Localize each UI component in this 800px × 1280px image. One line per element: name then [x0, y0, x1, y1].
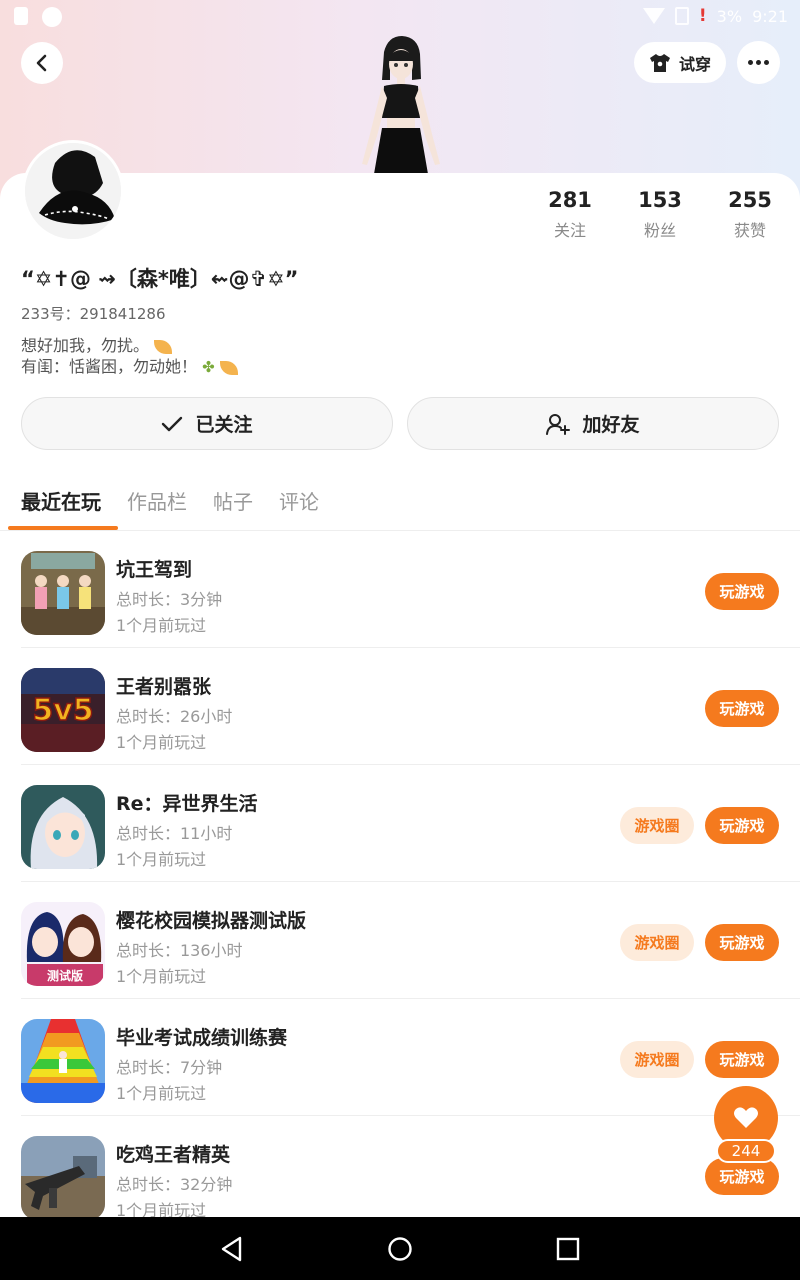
anime-girl-icon	[21, 785, 105, 869]
add-friend-label: 加好友	[582, 414, 640, 436]
game-last-played: 1个月前玩过	[116, 616, 207, 635]
game-duration: 总时长：26小时	[116, 707, 233, 726]
leaf-emoji-icon	[154, 339, 173, 354]
likes-label: 获赞	[733, 221, 766, 240]
play-game-button[interactable]: 玩游戏	[705, 807, 779, 844]
game-title: 坑王驾到	[116, 559, 193, 581]
check-icon	[162, 416, 183, 431]
likes-count: 255	[728, 188, 772, 212]
add-friend-button[interactable]: 加好友	[407, 397, 779, 450]
back-arrow-icon	[36, 54, 47, 72]
game-last-played: 1个月前玩过	[116, 1084, 207, 1103]
game-circle-button[interactable]: 游戏圈	[620, 1041, 694, 1078]
list-item[interactable]: 毕业考试成绩训练赛 总时长：7分钟 1个月前玩过 游戏圈 玩游戏	[0, 999, 800, 1116]
tab-works[interactable]: 作品栏	[127, 486, 187, 515]
leaf-emoji-icon	[219, 360, 238, 375]
followed-button[interactable]: 已关注	[21, 397, 393, 450]
following-count: 281	[548, 188, 592, 212]
girls-icon	[21, 551, 105, 635]
play-game-button[interactable]: 玩游戏	[705, 690, 779, 727]
game-last-played: 1个月前玩过	[116, 733, 207, 752]
game-title: 吃鸡王者精英	[116, 1144, 231, 1166]
nav-back-icon[interactable]	[218, 1235, 246, 1263]
following-label: 关注	[553, 221, 586, 240]
likes-stat[interactable]: 255 获赞	[710, 188, 790, 241]
more-dot-icon	[756, 60, 761, 65]
bio: 想好加我，勿扰。 有闺：恬酱困，勿动她！ ✤	[21, 335, 238, 378]
svg-text:测试版: 测试版	[47, 968, 83, 983]
nickname: “✡✝@ ⇝〔森*唯〕⇜@✞✡”	[21, 267, 299, 291]
followers-label: 粉丝	[643, 221, 676, 240]
play-game-button[interactable]: 玩游戏	[705, 1041, 779, 1078]
system-nav-bar	[0, 1217, 800, 1280]
list-item[interactable]: 吃鸡王者精英 总时长：32分钟 1个月前玩过 玩游戏	[0, 1116, 800, 1233]
game-duration: 总时长：32分钟	[116, 1175, 233, 1194]
game-title: 毕业考试成绩训练赛	[116, 1027, 288, 1049]
notification-icon	[14, 7, 28, 25]
rainbow-stairs-icon	[21, 1019, 105, 1103]
tab-recently-played[interactable]: 最近在玩	[21, 486, 101, 515]
avatar-image	[25, 143, 121, 239]
game-title: 樱花校园模拟器测试版	[116, 910, 307, 932]
following-stat[interactable]: 281 关注	[530, 188, 610, 241]
more-options-button[interactable]	[737, 41, 780, 84]
bio-line-2: 有闺：恬酱困，勿动她！ ✤	[21, 356, 238, 378]
wifi-icon	[642, 8, 665, 24]
battery-level: 3%	[716, 6, 743, 26]
game-title: 王者别嚣张	[116, 676, 212, 698]
gun-icon	[21, 1136, 105, 1220]
svg-text:5v5: 5v5	[32, 693, 93, 728]
play-game-button[interactable]: 玩游戏	[705, 1158, 779, 1195]
list-item[interactable]: 测试版 樱花校园模拟器测试版 总时长：136小时 1个月前玩过 游戏圈 玩游戏	[0, 882, 800, 999]
tab-comments[interactable]: 评论	[279, 486, 319, 515]
5v5-icon: 5v5	[21, 668, 105, 752]
game-circle-button[interactable]: 游戏圈	[620, 924, 694, 961]
back-button[interactable]	[21, 42, 63, 84]
game-duration: 总时长：136小时	[116, 941, 243, 960]
user-id[interactable]: 233号：291841286	[21, 303, 166, 324]
tryon-button[interactable]: 试穿	[634, 42, 726, 83]
nav-recents-icon[interactable]	[554, 1235, 582, 1263]
game-circle-button[interactable]: 游戏圈	[620, 807, 694, 844]
list-item[interactable]: 坑王驾到 总时长：3分钟 1个月前玩过 玩游戏	[0, 531, 800, 648]
avatar-character-figure	[362, 36, 440, 174]
more-dot-icon	[748, 60, 753, 65]
heart-icon	[734, 1107, 758, 1128]
followed-label: 已关注	[195, 414, 253, 436]
tshirt-icon	[649, 53, 670, 72]
tryon-label: 试穿	[678, 54, 711, 74]
list-item[interactable]: Re：异世界生活 总时长：11小时 1个月前玩过 游戏圈 玩游戏	[0, 765, 800, 882]
game-last-played: 1个月前玩过	[116, 967, 207, 986]
game-duration: 总时长：3分钟	[116, 590, 223, 609]
avatar[interactable]	[22, 140, 124, 242]
sim-icon	[674, 7, 689, 25]
clock: 9:21	[752, 6, 788, 26]
notification-dot-icon	[42, 7, 62, 27]
clover-emoji-icon: ✤	[202, 358, 215, 376]
tab-posts[interactable]: 帖子	[213, 486, 253, 515]
profile-tabs: 最近在玩 作品栏 帖子 评论	[21, 486, 345, 515]
nav-home-icon[interactable]	[386, 1235, 414, 1263]
play-game-button[interactable]: 玩游戏	[705, 573, 779, 610]
game-title: Re：异世界生活	[116, 793, 258, 815]
like-count-badge: 244	[716, 1139, 776, 1163]
play-game-button[interactable]: 玩游戏	[705, 924, 779, 961]
followers-count: 153	[638, 188, 682, 212]
game-last-played: 1个月前玩过	[116, 850, 207, 869]
game-duration: 总时长：7分钟	[116, 1058, 223, 1077]
game-duration: 总时长：11小时	[116, 824, 233, 843]
sakura-icon: 测试版	[21, 902, 105, 986]
list-item[interactable]: 5v5 王者别嚣张 总时长：26小时 1个月前玩过 玩游戏	[0, 648, 800, 765]
bio-line-1: 想好加我，勿扰。	[21, 335, 238, 356]
followers-stat[interactable]: 153 粉丝	[620, 188, 700, 241]
more-dot-icon	[764, 60, 769, 65]
alert-icon: !	[698, 6, 707, 26]
status-bar: ! 3% 9:21	[0, 0, 800, 34]
add-user-icon	[546, 413, 571, 435]
